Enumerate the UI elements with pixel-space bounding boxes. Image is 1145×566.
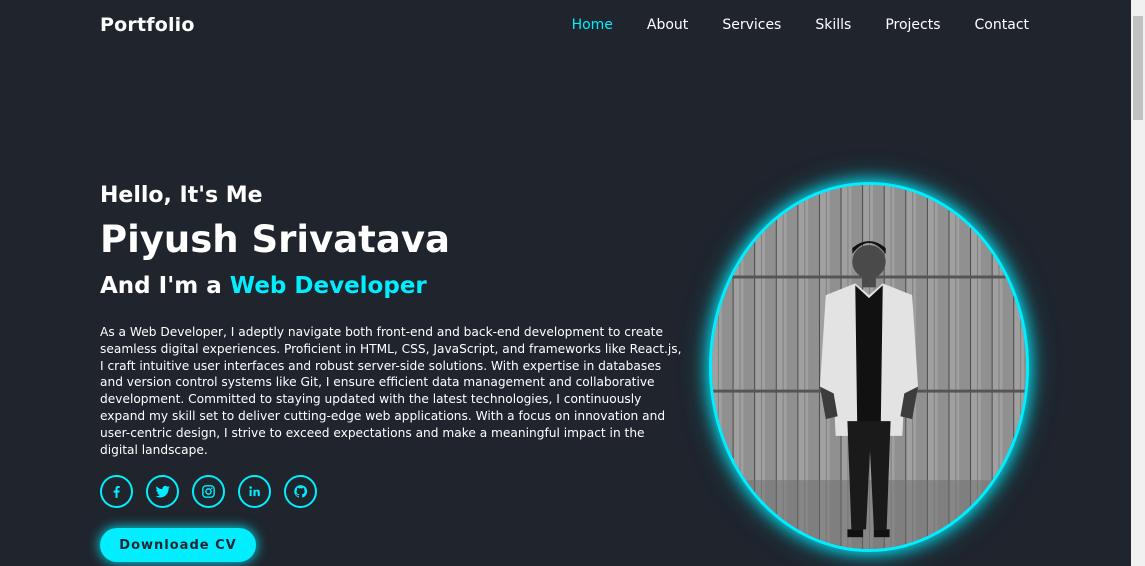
- portfolio-page: Portfolio Home About Services Skills Pro…: [0, 0, 1145, 566]
- twitter-icon: [155, 486, 170, 498]
- twitter-link[interactable]: [146, 475, 179, 509]
- github-link[interactable]: [284, 475, 317, 509]
- nav-services[interactable]: Services: [722, 17, 781, 33]
- scrollbar-thumb[interactable]: [1133, 16, 1143, 120]
- intro-description: As a Web Developer, I adeptly navigate b…: [100, 325, 682, 457]
- nav-about[interactable]: About: [647, 17, 688, 33]
- nav-skills[interactable]: Skills: [815, 17, 851, 33]
- instagram-icon: [202, 485, 215, 499]
- logo-link[interactable]: Portfolio: [100, 14, 195, 36]
- download-cv-button[interactable]: Downloade CV: [100, 528, 256, 563]
- instagram-link[interactable]: [192, 475, 225, 509]
- profile-photo: [709, 182, 1029, 552]
- site-header: Portfolio Home About Services Skills Pro…: [0, 0, 1131, 52]
- nav-projects[interactable]: Projects: [885, 17, 940, 33]
- github-icon: [294, 485, 308, 498]
- role-highlight: Web Developer: [229, 273, 427, 299]
- linkedin-link[interactable]: [238, 475, 271, 509]
- role-heading: And I'm a Web Developer: [100, 268, 690, 304]
- home-section: Hello, It's Me Piyush Srivatava And I'm …: [100, 180, 690, 563]
- facebook-link[interactable]: [100, 475, 133, 509]
- social-links: [100, 475, 690, 509]
- name-heading: Piyush Srivatava: [100, 218, 450, 261]
- greeting-heading: Hello, It's Me: [100, 183, 263, 208]
- page-scrollbar[interactable]: [1131, 0, 1145, 566]
- nav-contact[interactable]: Contact: [975, 17, 1029, 33]
- main-nav: Home About Services Skills Projects Cont…: [572, 17, 1029, 33]
- nav-home[interactable]: Home: [572, 17, 613, 33]
- role-prefix: And I'm a: [100, 273, 222, 299]
- profile-photo-image: [712, 185, 1026, 549]
- linkedin-icon: [249, 486, 260, 497]
- facebook-icon: [113, 486, 120, 499]
